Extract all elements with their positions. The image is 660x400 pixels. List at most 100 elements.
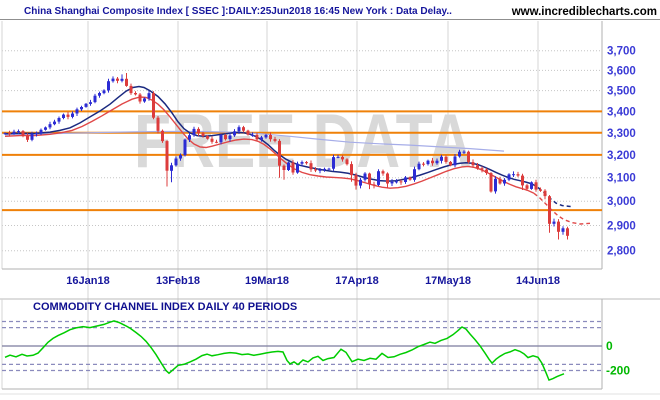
candle-body	[449, 162, 452, 165]
candle-body	[62, 115, 65, 118]
candle-body	[359, 180, 362, 186]
y-axis-label: 2,900	[607, 221, 636, 233]
candle-body	[364, 174, 367, 180]
candle-body	[337, 157, 340, 158]
candle-body	[269, 135, 272, 139]
candle-body	[278, 141, 281, 166]
y-axis-label: 3,300	[607, 128, 636, 140]
site-url[interactable]: www.incrediblecharts.com	[511, 6, 657, 18]
slow-ma-projection	[534, 193, 590, 224]
candle-body	[296, 164, 299, 173]
candle-body	[512, 174, 515, 175]
candle-body	[229, 135, 232, 139]
candle-body	[310, 163, 313, 169]
candle-body	[377, 171, 380, 185]
candle-body	[26, 136, 29, 140]
candle-body	[157, 118, 160, 131]
candle-body	[485, 170, 488, 173]
cci-line	[5, 321, 564, 380]
candle-body	[13, 132, 16, 134]
candle-body	[206, 136, 209, 139]
candle-body	[292, 163, 295, 173]
candle-body	[521, 176, 524, 186]
candle-body	[346, 159, 349, 164]
candle-body	[247, 131, 250, 135]
candle-body	[121, 79, 124, 81]
candle-body	[368, 174, 371, 185]
candle-body	[260, 137, 263, 139]
candle-body	[274, 139, 277, 141]
candle-body	[31, 134, 34, 140]
candle-body	[112, 79, 115, 82]
candle-body	[539, 190, 542, 191]
candle-body	[251, 135, 254, 136]
candle-body	[49, 124, 52, 127]
candle-body	[139, 95, 142, 102]
candle-body	[233, 131, 236, 135]
date-axis-labels: 16Jan1813Feb1819Mar1817Apr1817May1814Jun…	[66, 275, 560, 287]
candle-body	[481, 168, 484, 169]
candle-body	[526, 185, 529, 189]
candle-body	[557, 222, 560, 232]
candle-body	[544, 191, 547, 196]
cci-axis-label: -200	[606, 364, 630, 378]
candle-body	[103, 90, 106, 93]
candle-body	[220, 135, 223, 142]
candle-body	[17, 131, 20, 132]
x-axis-label: 16Jan18	[66, 275, 109, 287]
candle-body	[184, 140, 187, 156]
candle-body	[116, 79, 119, 81]
x-axis-label: 13Feb18	[156, 275, 200, 287]
candle-body	[463, 152, 466, 153]
y-axis-label: 2,800	[607, 246, 636, 258]
y-axis-label: 3,600	[607, 65, 636, 77]
candle-body	[35, 133, 38, 134]
candle-body	[8, 133, 11, 134]
candle-body	[161, 131, 164, 141]
candle-body	[413, 169, 416, 180]
candle-body	[224, 135, 227, 139]
candle-body	[553, 222, 556, 224]
candle-body	[134, 93, 137, 94]
candle-body	[490, 173, 493, 191]
candle-body	[202, 133, 205, 136]
candle-body	[503, 180, 506, 184]
candle-body	[472, 162, 475, 165]
x-axis-label: 19Mar18	[245, 275, 289, 287]
candle-body	[314, 169, 317, 170]
candle-body	[265, 135, 268, 137]
candle-body	[382, 171, 385, 173]
y-axis-label: 3,400	[607, 106, 636, 118]
candle-body	[283, 166, 286, 170]
price-axis-labels: 3,7003,6003,5003,4003,3003,2003,1003,000…	[607, 46, 636, 258]
candle-body	[256, 135, 259, 140]
candle-body	[476, 165, 479, 168]
candle-body	[305, 162, 308, 163]
candle-body	[440, 157, 443, 161]
candle-body	[85, 104, 88, 107]
cci-panel: 0-200	[2, 321, 630, 380]
candle-body	[215, 142, 218, 143]
gridlines	[0, 20, 660, 395]
candle-body	[40, 130, 43, 134]
candle-body	[152, 93, 155, 118]
chart-page: FREE DATA 3,7003,6003,5003,4003,3003,200…	[0, 0, 660, 400]
candle-body	[319, 170, 322, 171]
candle-body	[107, 81, 110, 90]
y-axis-label: 3,000	[607, 196, 636, 208]
candle-body	[58, 118, 61, 122]
candle-body	[287, 163, 290, 171]
candle-body	[508, 174, 511, 179]
candle-body	[98, 93, 101, 96]
candle-body	[53, 122, 56, 125]
candle-body	[143, 98, 146, 101]
candle-body	[94, 96, 97, 102]
candle-body	[328, 169, 331, 170]
candle-body	[238, 127, 241, 131]
candle-body	[431, 161, 434, 164]
candle-body	[427, 161, 430, 164]
y-axis-label: 3,200	[607, 150, 636, 162]
candle-body	[197, 129, 200, 133]
candle-body	[170, 165, 173, 171]
candle-body	[436, 161, 439, 164]
